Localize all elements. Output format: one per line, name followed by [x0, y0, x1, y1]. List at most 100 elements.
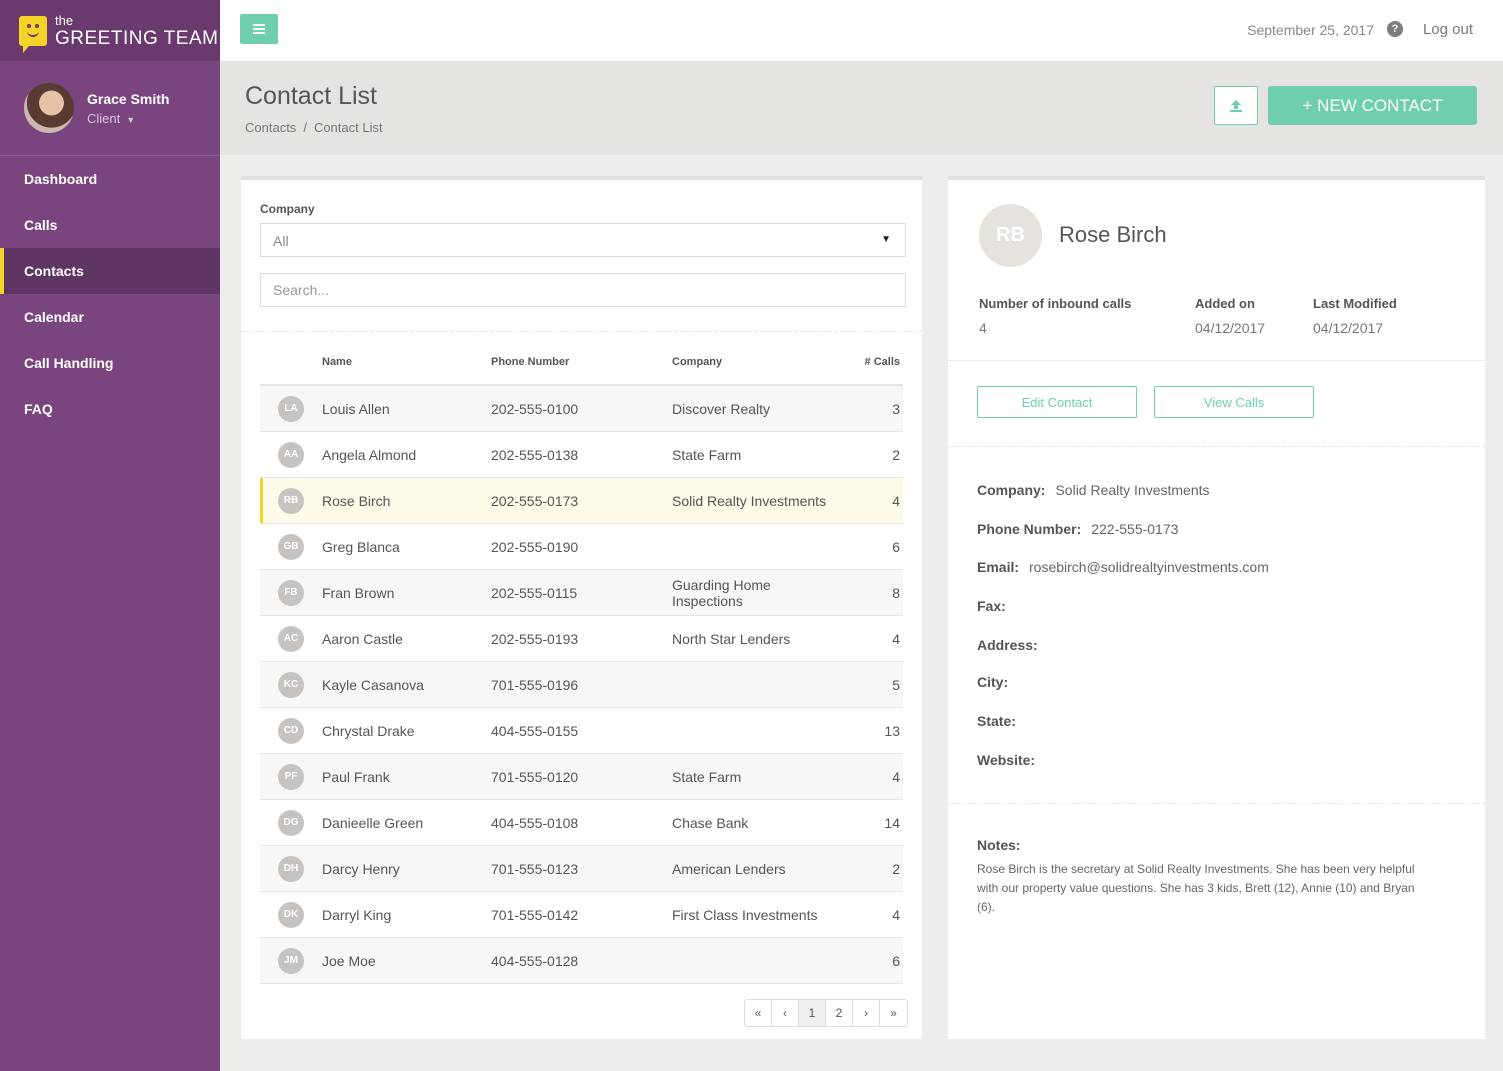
help-icon[interactable]: ?: [1387, 21, 1403, 37]
avatar: CD: [278, 717, 304, 744]
pagination: « ‹ 1 2 › »: [744, 999, 908, 1027]
column-header-phone[interactable]: Phone Number: [491, 356, 672, 368]
table-row[interactable]: AA Angela Almond 202-555-0138 State Farm 2: [260, 432, 903, 478]
table-row[interactable]: AC Aaron Castle 202-555-0193 North Star Len…: [260, 616, 903, 662]
stat-label: Last Modified: [1313, 296, 1397, 311]
sidebar: the GREETING TEAM Grace Smith Client ▼ Da…: [0, 0, 220, 1071]
contact-phone-cell: 701-555-0142: [491, 906, 579, 923]
brand-line2: GREETING TEAM: [55, 27, 219, 49]
user-role-dropdown[interactable]: Client ▼: [87, 111, 169, 126]
divider: [948, 446, 1485, 447]
contact-company-cell: American Lenders: [672, 860, 786, 877]
contact-calls-cell: 6: [892, 952, 900, 969]
field-fax: Fax:: [977, 598, 1016, 614]
search-input[interactable]: [260, 273, 906, 307]
sidebar-item-calls[interactable]: Calls: [0, 202, 220, 248]
user-name: Grace Smith: [87, 90, 170, 107]
field-label: Website:: [977, 752, 1036, 768]
table-row[interactable]: JM Joe Moe 404-555-0128 6: [260, 938, 903, 984]
pagination-page-2[interactable]: 2: [826, 1000, 853, 1026]
field-phone: Phone Number: 222-555-0173: [977, 521, 1178, 537]
contact-phone-cell: 202-555-0100: [491, 400, 579, 417]
table-row[interactable]: GB Greg Blanca 202-555-0190 6: [260, 524, 903, 570]
avatar: FB: [278, 579, 304, 606]
contact-name-cell: Aaron Castle: [322, 630, 403, 647]
view-calls-button[interactable]: View Calls: [1154, 386, 1314, 418]
new-contact-button[interactable]: + NEW CONTACT: [1268, 86, 1477, 125]
avatar: DG: [278, 809, 304, 836]
contact-name-cell: Angela Almond: [322, 446, 417, 463]
pagination-first[interactable]: «: [745, 1000, 772, 1026]
sidebar-item-contacts[interactable]: Contacts: [0, 248, 220, 294]
stat-inbound-calls: Number of inbound calls 4: [979, 296, 1131, 336]
company-select-value: All: [273, 233, 289, 249]
edit-contact-button[interactable]: Edit Contact: [977, 386, 1137, 418]
field-value[interactable]: rosebirch@solidrealtyinvestments.com: [1029, 559, 1269, 575]
avatar: RB: [278, 487, 304, 514]
pagination-page-1[interactable]: 1: [799, 1000, 826, 1026]
contact-name-cell: Paul Frank: [322, 768, 390, 785]
table-row[interactable]: RB Rose Birch 202-555-0173 Solid Realty Inv…: [260, 478, 903, 524]
sidebar-item-dashboard[interactable]: Dashboard: [0, 156, 220, 202]
table-row[interactable]: DG Danieelle Green 404-555-0108 Chase Bank 1…: [260, 800, 903, 846]
field-label: State:: [977, 713, 1016, 729]
user-profile[interactable]: Grace Smith Client ▼: [0, 61, 220, 156]
stat-label: Added on: [1195, 296, 1255, 311]
stat-value: 04/12/2017: [1195, 320, 1266, 336]
avatar: JM: [278, 947, 304, 974]
contact-calls-cell: 4: [892, 630, 900, 647]
avatar: GB: [278, 533, 304, 560]
field-email: Email: rosebirch@solidrealtyinvestments.c…: [977, 559, 1269, 575]
column-header-calls[interactable]: # Calls: [842, 356, 900, 368]
contact-name-cell: Danieelle Green: [322, 814, 424, 831]
contact-list-panel: Company All ▼ Name Phone Number Company …: [241, 176, 922, 1039]
contact-calls-cell: 6: [892, 538, 900, 555]
stat-value: 4: [979, 320, 987, 336]
table-row[interactable]: CD Chrystal Drake 404-555-0155 13: [260, 708, 903, 754]
contact-phone-cell: 202-555-0190: [491, 538, 579, 555]
contact-calls-cell: 3: [892, 400, 900, 417]
field-value: 222-555-0173: [1091, 521, 1179, 537]
pagination-next[interactable]: ›: [853, 1000, 880, 1026]
table-row[interactable]: PF Paul Frank 701-555-0120 State Farm 4: [260, 754, 903, 800]
hamburger-menu-button[interactable]: [240, 14, 278, 44]
table-row[interactable]: FB Fran Brown 202-555-0115 Guarding Home In…: [260, 570, 903, 616]
table-row[interactable]: DK Darryl King 701-555-0142 First Class Inv…: [260, 892, 903, 938]
contact-company-cell: State Farm: [672, 446, 742, 463]
contact-company-cell: Guarding Home Inspections: [672, 576, 771, 609]
notes-label: Notes:: [977, 837, 1021, 853]
contact-phone-cell: 404-555-0155: [491, 722, 579, 739]
contact-phone-cell: 701-555-0120: [491, 768, 579, 785]
pagination-last[interactable]: »: [880, 1000, 907, 1026]
breadcrumb-contacts[interactable]: Contacts: [245, 120, 296, 135]
column-header-company[interactable]: Company: [672, 356, 842, 368]
field-city: City:: [977, 674, 1018, 690]
upload-button[interactable]: [1214, 86, 1258, 125]
contact-phone-cell: 404-555-0108: [491, 814, 579, 831]
contact-detail-panel: RB Rose Birch Number of inbound calls 4 …: [948, 176, 1485, 1039]
contacts-table: Name Phone Number Company # Calls LA Loui…: [260, 340, 903, 984]
table-row[interactable]: KC Kayle Casanova 701-555-0196 5: [260, 662, 903, 708]
field-value: Solid Realty Investments: [1055, 482, 1210, 498]
sidebar-item-calendar[interactable]: Calendar: [0, 294, 220, 340]
notes-text: Rose Birch is the secretary at Solid Rea…: [977, 862, 1415, 914]
sidebar-item-faq[interactable]: FAQ: [0, 386, 220, 432]
brand-logo[interactable]: the GREETING TEAM: [0, 0, 220, 61]
pagination-prev[interactable]: ‹: [772, 1000, 799, 1026]
column-header-name[interactable]: Name: [322, 356, 491, 368]
contact-calls-cell: 13: [884, 722, 900, 739]
contact-phone-cell: 202-555-0173: [491, 492, 579, 509]
table-row[interactable]: DH Darcy Henry 701-555-0123 American Lender…: [260, 846, 903, 892]
contact-name-cell: Fran Brown: [322, 584, 395, 601]
company-select[interactable]: All ▼: [260, 223, 906, 257]
contact-calls-cell: 5: [892, 676, 900, 693]
table-row[interactable]: LA Louis Allen 202-555-0100 Discover Realty…: [260, 386, 903, 432]
field-label: Email:: [977, 559, 1020, 575]
page-title: Contact List: [245, 82, 378, 110]
contact-company-cell: Discover Realty: [672, 400, 771, 417]
breadcrumb-contact-list: Contact List: [313, 120, 383, 135]
user-role-label: Client: [87, 110, 121, 126]
stat-added-on: Added on 04/12/2017: [1195, 296, 1265, 336]
logout-link[interactable]: Log out: [1423, 21, 1473, 38]
sidebar-item-call-handling[interactable]: Call Handling: [0, 340, 220, 386]
